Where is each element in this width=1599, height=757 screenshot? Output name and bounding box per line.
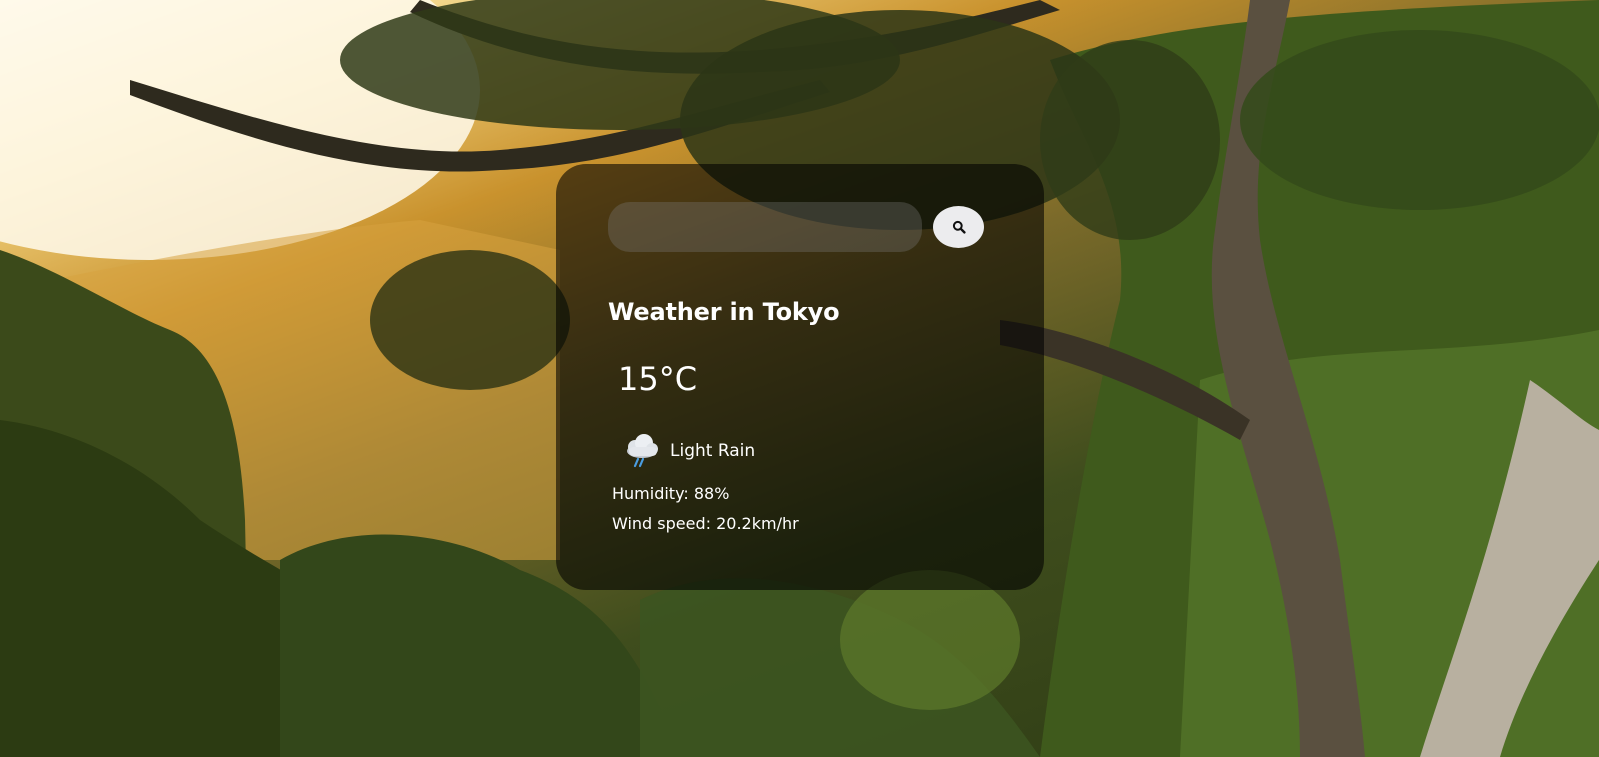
- temperature: 15°C: [618, 360, 698, 398]
- weather-card: Weather in Tokyo 15°C Light Rain Humidit…: [556, 164, 1044, 590]
- humidity-readout: Humidity: 88%: [612, 484, 730, 503]
- search-icon: [952, 220, 966, 234]
- weather-description: Light Rain: [670, 441, 756, 461]
- weather-description-row: Light Rain: [618, 426, 755, 476]
- city-heading: Weather in Tokyo: [608, 298, 840, 326]
- wind-speed-readout: Wind speed: 20.2km/hr: [612, 514, 799, 533]
- city-search-input[interactable]: [608, 202, 922, 252]
- light-rain-cloud-icon: [627, 434, 658, 468]
- search-button[interactable]: [933, 206, 984, 248]
